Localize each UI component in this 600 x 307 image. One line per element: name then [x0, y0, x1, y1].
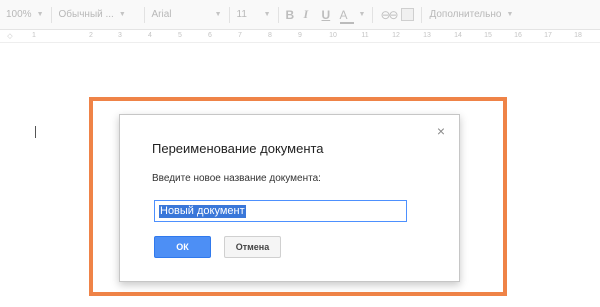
- rename-document-dialog: × Переименование документа Введите новое…: [119, 114, 460, 282]
- font-family-value: Arial: [151, 9, 172, 20]
- ruler-number: 4: [148, 32, 152, 39]
- ruler-number: 13: [423, 32, 431, 39]
- image-icon[interactable]: [401, 8, 415, 21]
- font-size-value: 11: [236, 9, 247, 20]
- toolbar-divider: [277, 6, 279, 23]
- toolbar-divider: [143, 6, 145, 23]
- underline-button[interactable]: U: [322, 5, 340, 25]
- zoom-value: 100%: [6, 9, 32, 20]
- text-color-icon: A: [339, 7, 348, 22]
- chevron-down-icon: ▼: [263, 11, 271, 18]
- link-icon[interactable]: ⊖⊖: [380, 5, 398, 25]
- chevron-down-icon[interactable]: ▼: [359, 11, 366, 18]
- ruler-indent-marker[interactable]: ◇: [7, 32, 12, 40]
- toolbar-divider: [372, 6, 374, 23]
- ruler-number: 16: [514, 32, 522, 39]
- ruler-number: 10: [329, 32, 337, 39]
- ruler-number: 7: [238, 32, 242, 39]
- font-size-select[interactable]: 11 ▼: [237, 5, 271, 25]
- ruler-number: 15: [484, 32, 492, 39]
- ruler-number: 17: [544, 32, 552, 39]
- ruler-number: 5: [178, 32, 182, 39]
- chevron-down-icon: ▼: [118, 11, 126, 18]
- dialog-prompt-label: Введите новое название документа:: [152, 173, 321, 184]
- toolbar-divider: [50, 6, 52, 23]
- text-color-button[interactable]: A: [339, 5, 354, 25]
- ruler-number: 1: [32, 32, 36, 39]
- ruler-number: 11: [361, 32, 369, 39]
- ruler-number: 12: [392, 32, 400, 39]
- dialog-title: Переименование документа: [152, 141, 324, 156]
- zoom-select[interactable]: 100% ▼: [6, 5, 44, 25]
- paragraph-style-select[interactable]: Обычный ... ▼: [59, 5, 137, 25]
- ruler-number: 14: [454, 32, 462, 39]
- formatting-toolbar: 100% ▼ Обычный ... ▼ Arial ▼ 11 ▼ B I U …: [0, 0, 600, 30]
- ruler-number: 3: [118, 32, 122, 39]
- ruler-number: 2: [89, 32, 93, 39]
- close-icon[interactable]: ×: [437, 124, 445, 138]
- ruler-number: 8: [268, 32, 272, 39]
- selected-text: Новый документ: [159, 204, 246, 218]
- paragraph-style-value: Обычный ...: [58, 9, 114, 20]
- toolbar-divider: [228, 6, 230, 23]
- cancel-button[interactable]: Отмена: [224, 236, 281, 258]
- font-family-select[interactable]: Arial ▼: [152, 5, 222, 25]
- chevron-down-icon: ▼: [506, 11, 514, 18]
- ruler-number: 9: [298, 32, 302, 39]
- bold-button[interactable]: B: [286, 5, 304, 25]
- ok-button[interactable]: ОК: [154, 236, 211, 258]
- chevron-down-icon: ▼: [214, 11, 222, 18]
- italic-button[interactable]: I: [304, 5, 322, 25]
- ruler-number: 18: [574, 32, 582, 39]
- ruler-number: 6: [208, 32, 212, 39]
- text-cursor: [35, 126, 36, 138]
- ruler: ◇ 1 2 3 4 5 6 7 8 9 10 11 12 13 14 15 16…: [0, 30, 600, 43]
- more-menu[interactable]: Дополнительно ▼: [429, 5, 513, 25]
- toolbar-divider: [421, 6, 423, 23]
- chevron-down-icon: ▼: [36, 11, 44, 18]
- color-swatch: [339, 21, 354, 24]
- document-name-input[interactable]: Новый документ: [154, 200, 407, 222]
- more-menu-label: Дополнительно: [429, 9, 502, 20]
